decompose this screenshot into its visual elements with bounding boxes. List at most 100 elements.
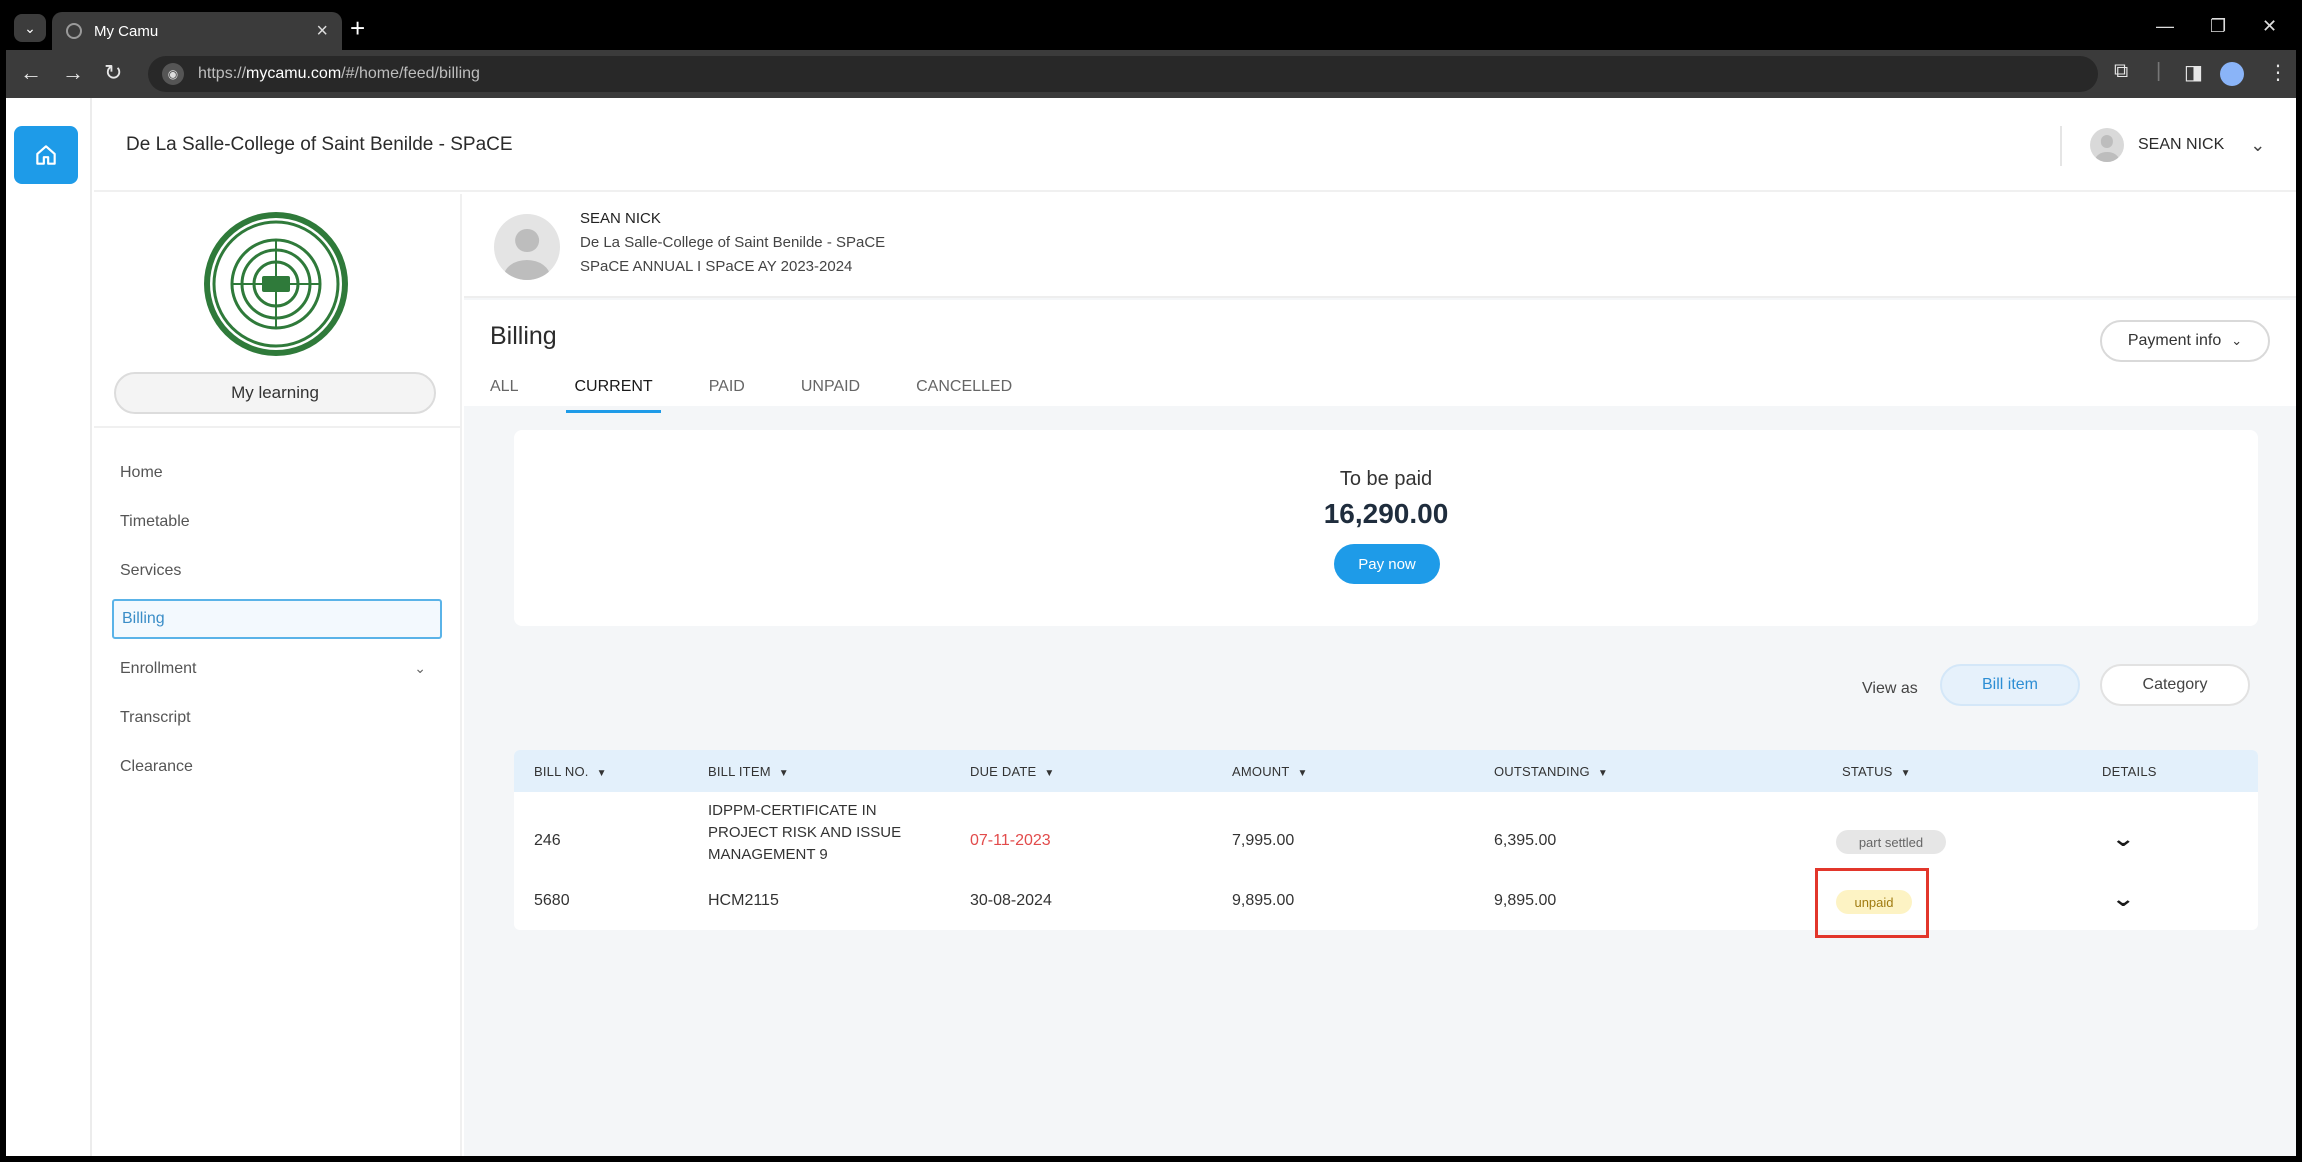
chevron-down-icon[interactable]: ⌄ bbox=[2111, 886, 2135, 912]
col-bill-no[interactable]: BILL NO. ▼ bbox=[534, 764, 607, 779]
screen: ⌄ My Camu × + — ❐ ✕ ← → ↻ ◉ https://myca… bbox=[0, 0, 2302, 1162]
user-menu[interactable]: SEAN NICK ⌄ bbox=[2090, 128, 2265, 162]
bill-item: HCM2115 bbox=[708, 892, 779, 909]
restore-icon[interactable]: ❐ bbox=[2210, 16, 2226, 37]
amount: 7,995.00 bbox=[1232, 832, 1295, 849]
avatar bbox=[494, 214, 560, 280]
sidebar-item-timetable[interactable]: Timetable bbox=[112, 497, 442, 546]
sidebar-nav: Home Timetable Services Billing Enrollme… bbox=[112, 448, 442, 791]
reload-icon[interactable]: ↻ bbox=[104, 60, 122, 86]
col-due-date[interactable]: DUE DATE ▼ bbox=[970, 764, 1054, 779]
divider bbox=[94, 426, 460, 428]
sidebar-item-services[interactable]: Services bbox=[112, 546, 442, 595]
tab-unpaid[interactable]: UNPAID bbox=[801, 378, 860, 413]
my-learning-button[interactable]: My learning bbox=[114, 372, 436, 414]
address-bar[interactable]: ◉ https://mycamu.com/#/home/feed/billing bbox=[148, 56, 2098, 92]
student-program: SPaCE ANNUAL I SPaCE AY 2023-2024 bbox=[580, 258, 853, 275]
student-profile: SEAN NICK De La Salle-College of Saint B… bbox=[464, 194, 2296, 298]
page-title: Billing bbox=[490, 322, 557, 350]
avatar bbox=[2090, 128, 2124, 162]
sidebar-item-home[interactable]: Home bbox=[112, 448, 442, 497]
top-header: De La Salle-College of Saint Benilde - S… bbox=[94, 98, 2296, 192]
to-be-paid-card: To be paid 16,290.00 Pay now bbox=[514, 430, 2258, 626]
toolbar-divider: | bbox=[2156, 60, 2162, 82]
chevron-down-icon[interactable]: ⌄ bbox=[2250, 135, 2265, 156]
tab-all[interactable]: ALL bbox=[490, 378, 518, 413]
col-outstanding[interactable]: OUTSTANDING ▼ bbox=[1494, 764, 1608, 779]
student-college: De La Salle-College of Saint Benilde - S… bbox=[580, 234, 886, 251]
new-tab-icon[interactable]: + bbox=[350, 14, 365, 42]
profile-icon[interactable] bbox=[2220, 62, 2244, 92]
sort-icon: ▼ bbox=[778, 768, 789, 779]
status-badge: part settled bbox=[1836, 830, 1946, 854]
view-bill-item-toggle[interactable]: Bill item bbox=[1940, 664, 2080, 706]
sidebar-item-clearance[interactable]: Clearance bbox=[112, 742, 442, 791]
bills-table: BILL NO. ▼ BILL ITEM ▼ DUE DATE ▼ AMOUNT ▼ O… bbox=[514, 750, 2258, 930]
close-icon[interactable]: ✕ bbox=[2262, 16, 2277, 37]
web-page: De La Salle-College of Saint Benilde - S… bbox=[6, 98, 2296, 1156]
bill-no: 5680 bbox=[534, 892, 570, 909]
browser-toolbar: ← → ↻ ◉ https://mycamu.com/#/home/feed/b… bbox=[6, 50, 2296, 98]
pay-now-button[interactable]: Pay now bbox=[1334, 544, 1440, 584]
table-header: BILL NO. ▼ BILL ITEM ▼ DUE DATE ▼ AMOUNT ▼ O… bbox=[514, 750, 2258, 792]
sidebar-item-billing[interactable]: Billing bbox=[112, 599, 442, 639]
view-as-label: View as bbox=[1862, 680, 1918, 697]
tab-close-icon[interactable]: × bbox=[316, 20, 328, 43]
back-icon[interactable]: ← bbox=[20, 60, 42, 86]
left-rail bbox=[6, 98, 92, 1156]
site-info-icon[interactable]: ◉ bbox=[162, 63, 184, 85]
payment-info-dropdown[interactable]: Payment info ⌄ bbox=[2100, 320, 2270, 362]
outstanding: 6,395.00 bbox=[1494, 832, 1557, 849]
sidebar-item-enrollment[interactable]: Enrollment ⌄ bbox=[112, 644, 442, 693]
table-row: 246 IDPPM-CERTIFICATE IN PROJECT RISK AN… bbox=[514, 792, 2258, 882]
tab-title: My Camu bbox=[94, 22, 159, 40]
tab-current[interactable]: CURRENT bbox=[566, 378, 661, 413]
chevron-down-icon[interactable]: ⌄ bbox=[2111, 826, 2135, 852]
college-title: De La Salle-College of Saint Benilde - S… bbox=[126, 134, 513, 155]
col-amount[interactable]: AMOUNT ▼ bbox=[1232, 764, 1308, 779]
due-date: 07-11-2023 bbox=[970, 832, 1051, 849]
col-details: DETAILS bbox=[2102, 764, 2157, 779]
bill-item: IDPPM-CERTIFICATE IN PROJECT RISK AND IS… bbox=[708, 802, 902, 863]
sort-icon: ▼ bbox=[596, 768, 607, 779]
student-name: SEAN NICK bbox=[580, 210, 661, 227]
forward-icon[interactable]: → bbox=[62, 60, 84, 86]
college-seal-logo bbox=[204, 212, 348, 356]
user-name: SEAN NICK bbox=[2138, 136, 2225, 153]
sidebar: My learning Home Timetable Services Bill… bbox=[94, 194, 462, 1156]
tab-cancelled[interactable]: CANCELLED bbox=[916, 378, 1012, 413]
url-text: https://mycamu.com/#/home/feed/billing bbox=[198, 65, 480, 82]
home-icon bbox=[36, 145, 56, 165]
to-be-paid-amount: 16,290.00 bbox=[1323, 498, 1449, 529]
browser-tab[interactable]: My Camu × bbox=[52, 12, 342, 50]
main-content: SEAN NICK De La Salle-College of Saint B… bbox=[464, 194, 2296, 1156]
sort-icon: ▼ bbox=[1597, 768, 1608, 779]
header-divider bbox=[2060, 126, 2062, 166]
tab-switch-icon[interactable]: ⌄ bbox=[14, 14, 46, 42]
sidebar-item-transcript[interactable]: Transcript bbox=[112, 693, 442, 742]
bill-no: 246 bbox=[534, 832, 561, 849]
chevron-down-icon: ⌄ bbox=[414, 660, 426, 676]
amount: 9,895.00 bbox=[1232, 892, 1295, 909]
view-category-toggle[interactable]: Category bbox=[2100, 664, 2250, 706]
table-row: 5680 HCM2115 30-08-2024 9,895.00 9,895.0… bbox=[514, 882, 2258, 928]
sidepanel-icon[interactable]: ◨ bbox=[2184, 60, 2203, 85]
menu-icon[interactable]: ⋮ bbox=[2268, 60, 2288, 85]
chevron-down-icon: ⌄ bbox=[2231, 333, 2243, 348]
due-date: 30-08-2024 bbox=[970, 892, 1052, 909]
tab-paid[interactable]: PAID bbox=[709, 378, 745, 413]
home-rail-button[interactable] bbox=[14, 126, 78, 184]
sort-icon: ▼ bbox=[1044, 768, 1055, 779]
billing-tabs: ALL CURRENT PAID UNPAID CANCELLED bbox=[490, 378, 1068, 413]
globe-icon bbox=[66, 23, 82, 39]
col-bill-item[interactable]: BILL ITEM ▼ bbox=[708, 764, 789, 779]
to-be-paid-label: To be paid bbox=[1339, 468, 1433, 490]
browser-tabbar: ⌄ My Camu × + — ❐ ✕ bbox=[6, 6, 2296, 50]
highlight-box bbox=[1815, 868, 1929, 938]
outstanding: 9,895.00 bbox=[1494, 892, 1557, 909]
extensions-icon[interactable]: ⧉ bbox=[2114, 60, 2128, 83]
col-status[interactable]: STATUS ▼ bbox=[1842, 764, 1911, 779]
minimize-icon[interactable]: — bbox=[2156, 16, 2174, 37]
billing-header: Billing Payment info ⌄ ALL CURRENT PAID … bbox=[464, 300, 2296, 413]
sort-icon: ▼ bbox=[1900, 768, 1911, 779]
